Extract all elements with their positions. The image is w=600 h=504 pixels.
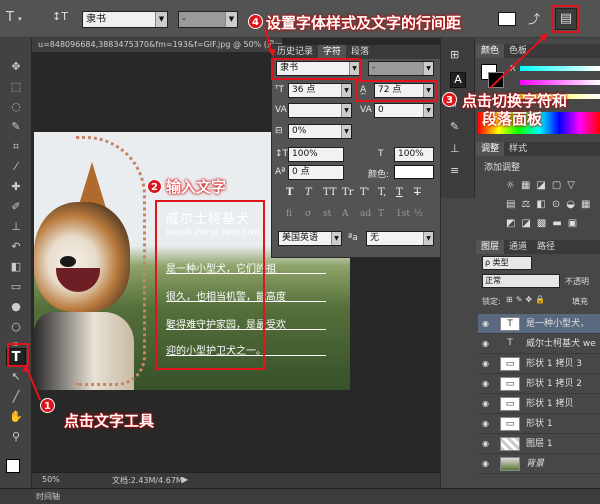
annotation-arrows [22, 27, 548, 401]
